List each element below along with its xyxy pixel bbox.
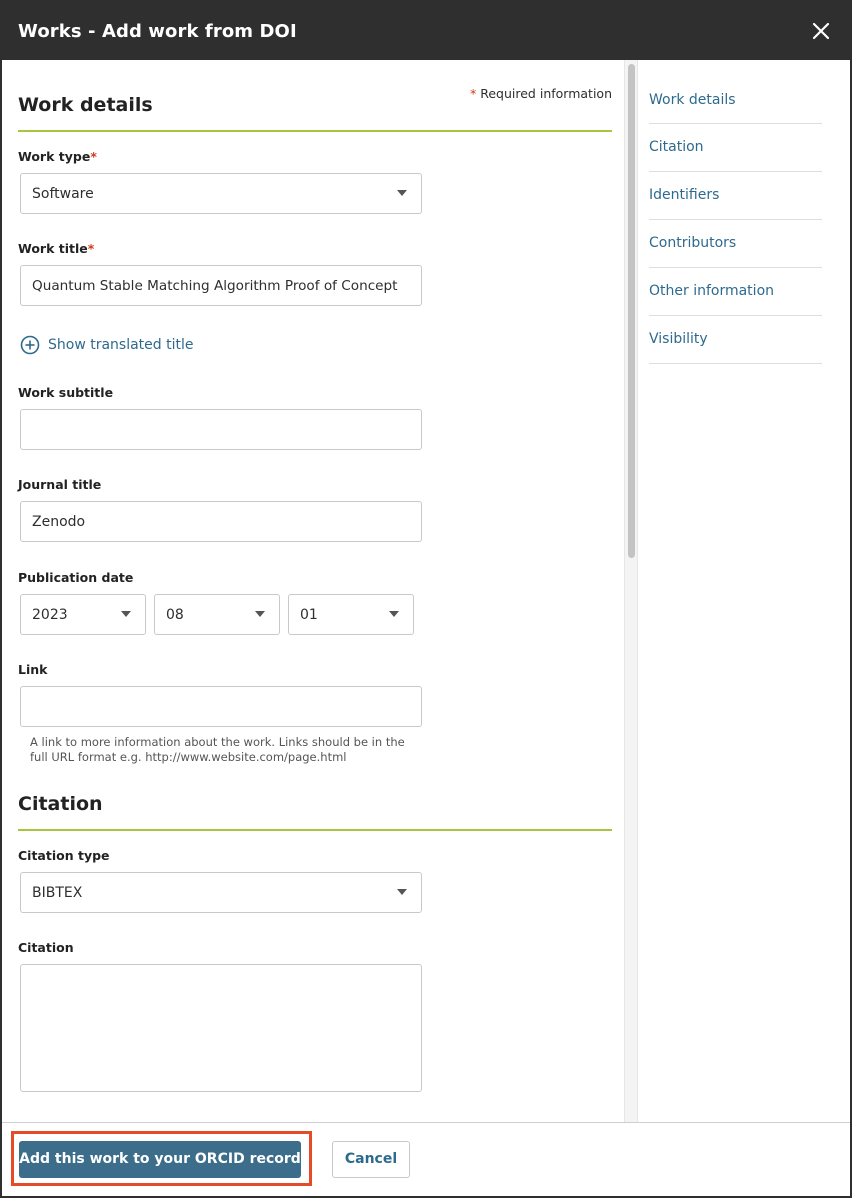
publication-date-label: Publication date (18, 570, 134, 585)
publication-month-value: 08 (166, 607, 184, 623)
section-nav: Work details Citation Identifiers Contri… (649, 78, 822, 364)
citation-label: Citation (18, 940, 74, 955)
nav-other-information[interactable]: Other information (649, 268, 822, 316)
citation-type-label: Citation type (18, 848, 110, 863)
work-subtitle-label: Work subtitle (18, 385, 114, 400)
plus-circle-icon (20, 335, 40, 355)
work-title-input[interactable]: Quantum Stable Matching Algorithm Proof … (20, 265, 422, 306)
publication-day-value: 01 (300, 607, 318, 623)
work-type-value: Software (32, 186, 94, 202)
nav-contributors[interactable]: Contributors (649, 220, 822, 268)
publication-year-value: 2023 (32, 607, 68, 623)
nav-identifiers[interactable]: Identifiers (649, 172, 822, 220)
publication-day-select[interactable]: 01 (288, 594, 414, 635)
work-title-label-text: Work title (18, 241, 88, 256)
cancel-button[interactable]: Cancel (332, 1141, 410, 1178)
citation-heading: Citation (18, 793, 103, 815)
work-title-required-mark: * (87, 241, 95, 256)
form-panel: Work details * Required information Work… (18, 60, 612, 1122)
publication-year-select[interactable]: 2023 (20, 594, 146, 635)
add-work-button[interactable]: Add this work to your ORCID record (19, 1141, 301, 1178)
nav-work-details[interactable]: Work details (649, 78, 822, 124)
caret-down-icon (121, 611, 131, 617)
citation-type-value: BIBTEX (32, 885, 83, 901)
nav-visibility[interactable]: Visibility (649, 316, 822, 364)
nav-citation[interactable]: Citation (649, 124, 822, 172)
work-details-heading: Work details (18, 94, 153, 116)
journal-title-value: Zenodo (32, 514, 86, 530)
dialog-footer: Add this work to your ORCID record Cance… (2, 1122, 850, 1196)
add-work-dialog: Works - Add work from DOI Work details *… (0, 0, 852, 1198)
caret-down-icon (397, 190, 407, 196)
publication-month-select[interactable]: 08 (154, 594, 280, 635)
dialog-content: Work details * Required information Work… (2, 60, 850, 1122)
citation-divider (18, 829, 612, 831)
caret-down-icon (397, 889, 407, 895)
work-type-label-text: Work type (18, 149, 91, 164)
caret-down-icon (389, 611, 399, 617)
work-title-value: Quantum Stable Matching Algorithm Proof … (32, 278, 398, 294)
scrollbar-thumb[interactable] (628, 64, 635, 558)
dialog-titlebar: Works - Add work from DOI (2, 2, 850, 60)
work-type-required-mark: * (90, 149, 97, 164)
work-subtitle-input[interactable] (20, 409, 422, 450)
dialog-title: Works - Add work from DOI (18, 21, 297, 42)
show-translated-title-text: Show translated title (48, 337, 194, 353)
work-title-label: Work title* (18, 241, 94, 256)
link-helper-text: A link to more information about the wor… (30, 735, 405, 764)
close-icon (812, 22, 830, 40)
link-input[interactable] (20, 686, 422, 727)
show-translated-title-link[interactable]: Show translated title (20, 334, 194, 356)
form-scrollbar[interactable] (624, 60, 638, 1122)
journal-title-input[interactable]: Zenodo (20, 501, 422, 542)
citation-textarea[interactable] (20, 964, 422, 1092)
work-type-label: Work type* (18, 149, 97, 164)
work-type-select[interactable]: Software (20, 173, 422, 214)
required-note: * Required information (470, 86, 612, 101)
citation-type-select[interactable]: BIBTEX (20, 872, 422, 913)
caret-down-icon (255, 611, 265, 617)
link-label: Link (18, 662, 48, 677)
required-asterisk: * (470, 86, 477, 101)
work-details-divider (18, 130, 612, 132)
required-note-text: Required information (480, 86, 612, 101)
journal-title-label: Journal title (18, 477, 102, 492)
close-button[interactable] (810, 20, 832, 42)
